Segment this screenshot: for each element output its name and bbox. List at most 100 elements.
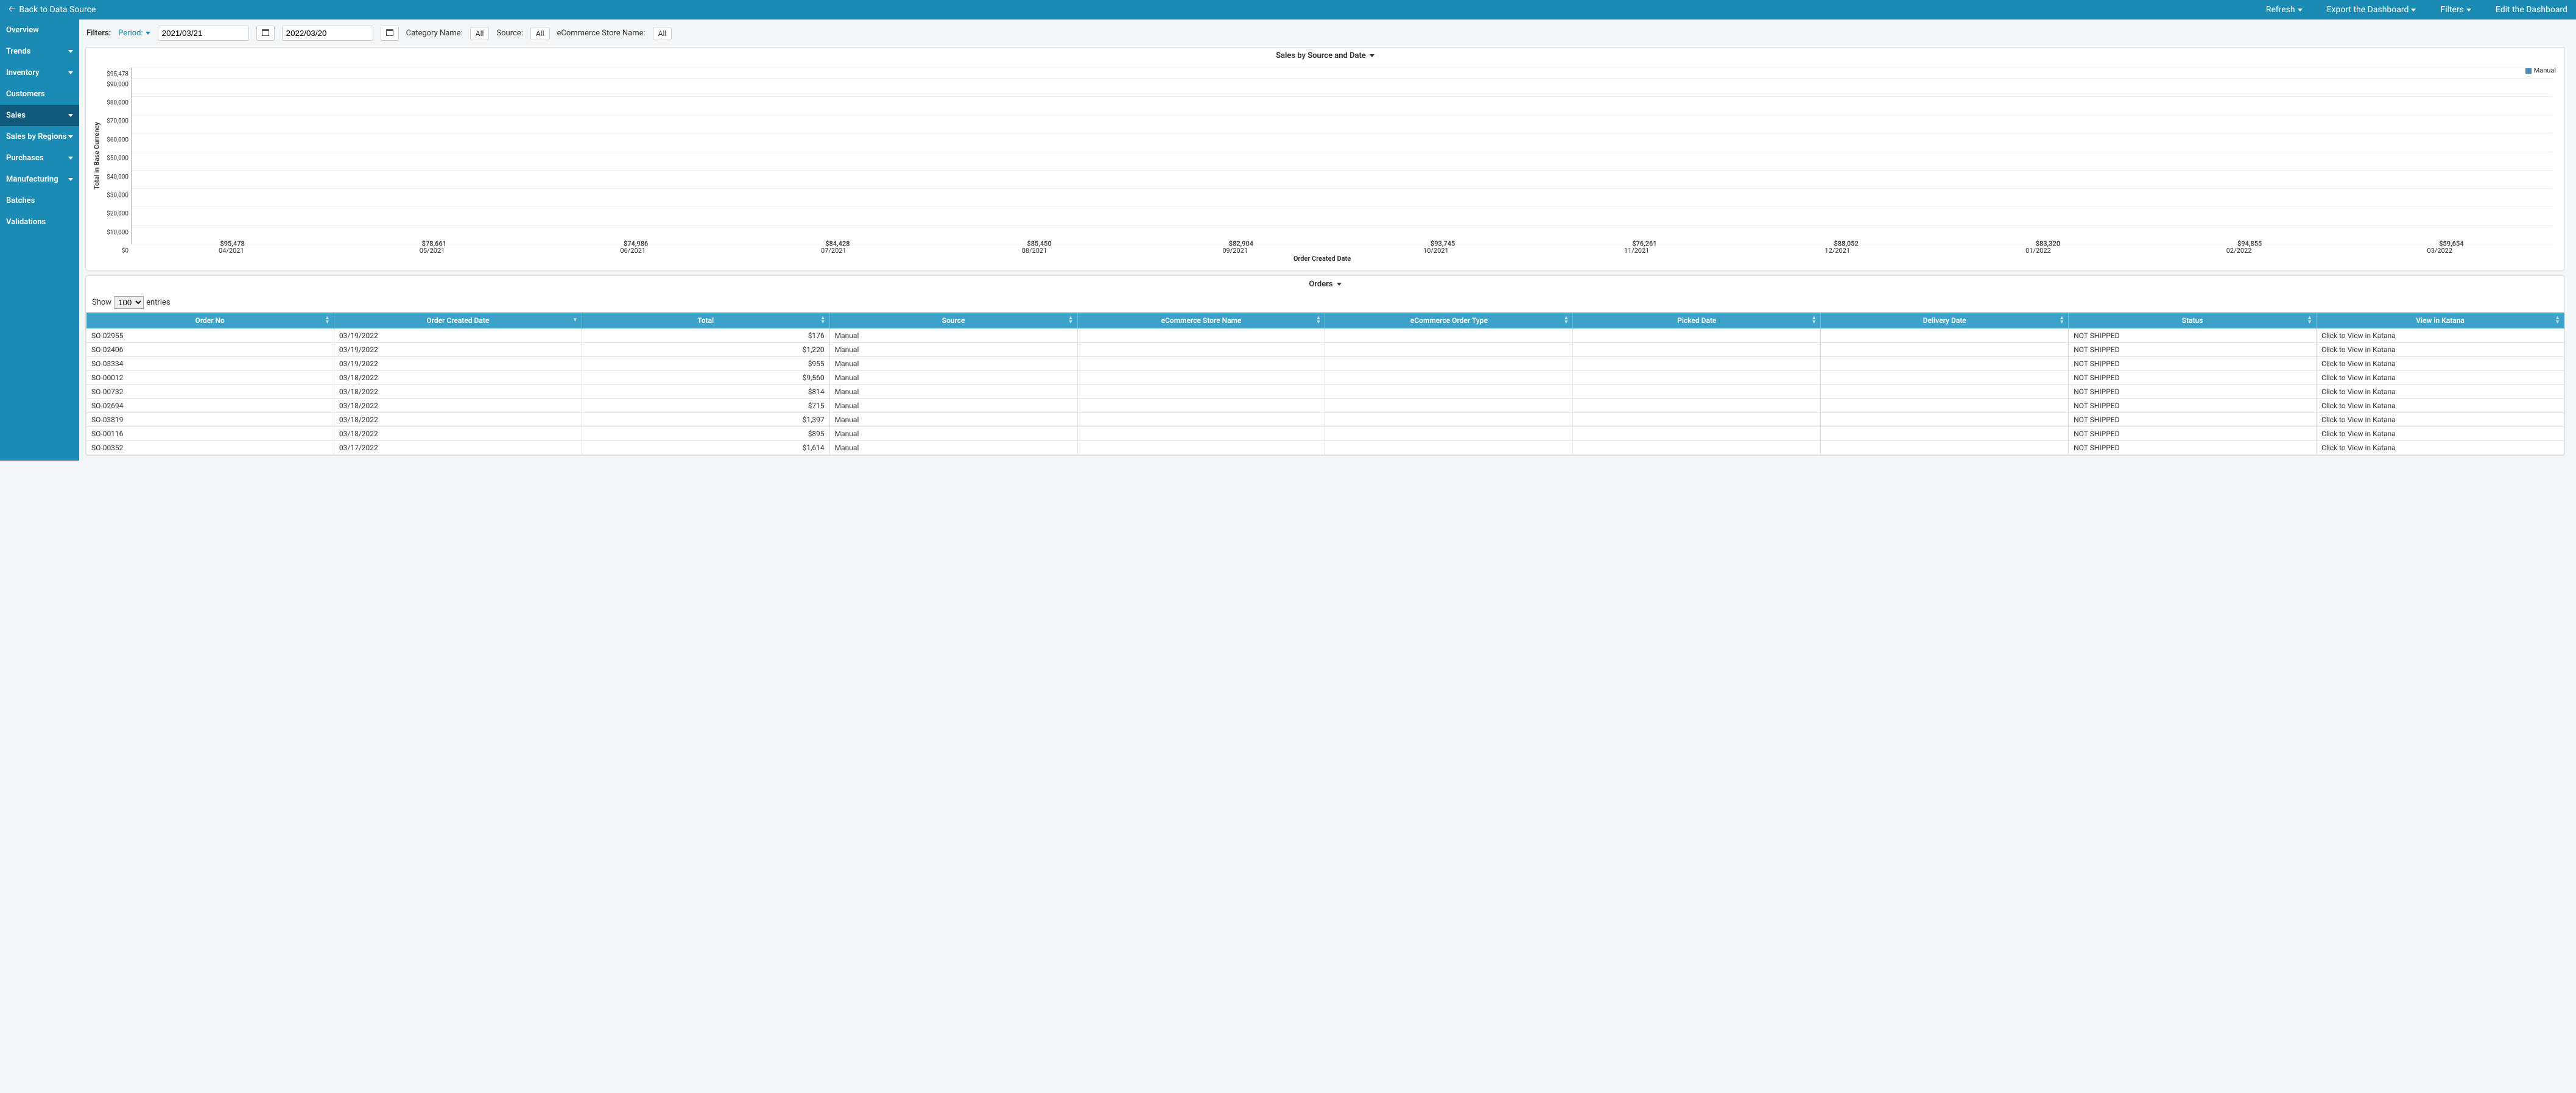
chevron-down-icon <box>68 71 73 74</box>
column-header-picked-date[interactable]: Picked Date▲▼ <box>1573 313 1821 329</box>
column-header-label: Delivery Date <box>1923 316 1966 325</box>
cell[interactable]: Click to View in Katana <box>2317 399 2564 413</box>
table-row: SO-0011603/18/2022$895ManualNOT SHIPPEDC… <box>86 427 2564 441</box>
sort-icon: ▲▼ <box>2555 316 2560 325</box>
cell <box>1821 329 2069 343</box>
y-tick: $20,000 <box>107 211 128 218</box>
sidebar-item-purchases[interactable]: Purchases <box>0 147 79 169</box>
sidebar: OverviewTrendsInventoryCustomersSalesSal… <box>0 19 79 461</box>
calendar-icon <box>262 29 269 36</box>
orders-title-dropdown[interactable]: Orders <box>86 276 2564 292</box>
store-name-label: eCommerce Store Name: <box>557 29 646 38</box>
cell: NOT SHIPPED <box>2069 441 2317 455</box>
column-header-ecommerce-order-type[interactable]: eCommerce Order Type ▲▼ <box>1325 313 1573 329</box>
column-header-source[interactable]: Source▲▼ <box>829 313 1077 329</box>
chevron-down-icon <box>2298 9 2303 12</box>
cell <box>1077 343 1325 357</box>
cell <box>1821 357 2069 371</box>
cell: $955 <box>582 357 829 371</box>
refresh-dropdown[interactable]: Refresh <box>2266 5 2303 15</box>
column-header-label: eCommerce Order Type <box>1410 316 1488 325</box>
filters-bar-label: Filters: <box>86 29 111 38</box>
cell <box>1821 427 2069 441</box>
cell[interactable]: Click to View in Katana <box>2317 427 2564 441</box>
period-label: Period: <box>118 29 143 38</box>
cell[interactable]: Click to View in Katana <box>2317 371 2564 385</box>
column-header-order-created-date[interactable]: Order Created Date▼ <box>334 313 582 329</box>
cell[interactable]: Click to View in Katana <box>2317 357 2564 371</box>
edit-dashboard-link[interactable]: Edit the Dashboard <box>2496 5 2567 15</box>
cell: Manual <box>829 343 1077 357</box>
cell: 03/18/2022 <box>334 385 582 399</box>
cell[interactable]: Click to View in Katana <box>2317 413 2564 427</box>
y-tick: $40,000 <box>107 174 128 180</box>
sidebar-item-sales-by-regions[interactable]: Sales by Regions <box>0 126 79 147</box>
sidebar-item-batches[interactable]: Batches <box>0 190 79 211</box>
cell <box>1325 357 1573 371</box>
sidebar-item-overview[interactable]: Overview <box>0 19 79 41</box>
sidebar-item-sales[interactable]: Sales <box>0 105 79 126</box>
sort-icon: ▲▼ <box>2059 316 2064 325</box>
gridline <box>132 188 2552 189</box>
cell: Manual <box>829 385 1077 399</box>
cell <box>1821 343 2069 357</box>
cell: NOT SHIPPED <box>2069 413 2317 427</box>
cell: NOT SHIPPED <box>2069 371 2317 385</box>
cell: Manual <box>829 413 1077 427</box>
cell[interactable]: Click to View in Katana <box>2317 343 2564 357</box>
column-header-view-in-katana[interactable]: View in Katana▲▼ <box>2317 313 2564 329</box>
sidebar-item-label: Batches <box>6 196 35 205</box>
cell[interactable]: Click to View in Katana <box>2317 385 2564 399</box>
filters-dropdown[interactable]: Filters <box>2440 5 2471 15</box>
sort-icon: ▲▼ <box>1563 316 1569 325</box>
entries-select[interactable]: 100 <box>114 296 144 309</box>
cell: NOT SHIPPED <box>2069 427 2317 441</box>
cell <box>1077 329 1325 343</box>
table-row: SO-0240603/19/2022$1,220ManualNOT SHIPPE… <box>86 343 2564 357</box>
sort-icon: ▲▼ <box>820 316 826 325</box>
cell[interactable]: Click to View in Katana <box>2317 329 2564 343</box>
sidebar-item-validations[interactable]: Validations <box>0 211 79 233</box>
source-filter[interactable]: All <box>530 27 550 40</box>
table-row: SO-0035203/17/2022$1,614ManualNOT SHIPPE… <box>86 441 2564 455</box>
gridline <box>132 78 2552 79</box>
sidebar-item-manufacturing[interactable]: Manufacturing <box>0 169 79 190</box>
store-name-filter[interactable]: All <box>653 27 672 40</box>
chart-title-dropdown[interactable]: Sales by Source and Date <box>86 48 2564 64</box>
sort-icon: ▲▼ <box>325 316 330 325</box>
cell <box>1325 413 1573 427</box>
column-header-delivery-date[interactable]: Delivery Date ▲▼ <box>1821 313 2069 329</box>
column-header-label: Picked Date <box>1677 316 1716 325</box>
column-header-label: Status <box>2182 316 2203 325</box>
y-axis: $95,478$90,000$80,000$70,000$60,000$50,0… <box>102 68 131 244</box>
cell: 03/19/2022 <box>334 343 582 357</box>
sort-icon: ▲▼ <box>2307 316 2312 325</box>
column-header-status[interactable]: Status ▲▼ <box>2069 313 2317 329</box>
category-name-filter[interactable]: All <box>470 27 490 40</box>
calendar-to-button[interactable] <box>381 26 399 41</box>
table-row: SO-0333403/19/2022$955ManualNOT SHIPPEDC… <box>86 357 2564 371</box>
back-to-data-source-link[interactable]: 🡠 Back to Data Source <box>9 2 96 17</box>
cell: $895 <box>582 427 829 441</box>
chevron-down-icon <box>68 157 73 160</box>
column-header-ecommerce-store-name[interactable]: eCommerce Store Name▲▼ <box>1077 313 1325 329</box>
cell: Manual <box>829 329 1077 343</box>
cell: SO-02694 <box>86 399 334 413</box>
date-to-input[interactable] <box>282 26 373 41</box>
cell <box>1325 385 1573 399</box>
period-dropdown[interactable]: Period: <box>118 29 150 38</box>
cell: SO-00116 <box>86 427 334 441</box>
sidebar-item-label: Manufacturing <box>6 175 58 184</box>
filters-bar: Filters: Period: Category Name: All Sour… <box>79 19 2571 47</box>
sidebar-item-trends[interactable]: Trends <box>0 41 79 62</box>
sidebar-item-customers[interactable]: Customers <box>0 83 79 105</box>
calendar-from-button[interactable] <box>256 26 275 41</box>
x-axis-label: Order Created Date <box>92 255 2552 266</box>
sidebar-item-inventory[interactable]: Inventory <box>0 62 79 83</box>
date-from-input[interactable] <box>158 26 249 41</box>
column-header-total[interactable]: Total▲▼ <box>582 313 829 329</box>
column-header-order-no[interactable]: Order No▲▼ <box>86 313 334 329</box>
cell <box>1821 399 2069 413</box>
export-dropdown[interactable]: Export the Dashboard <box>2327 5 2416 15</box>
cell[interactable]: Click to View in Katana <box>2317 441 2564 455</box>
